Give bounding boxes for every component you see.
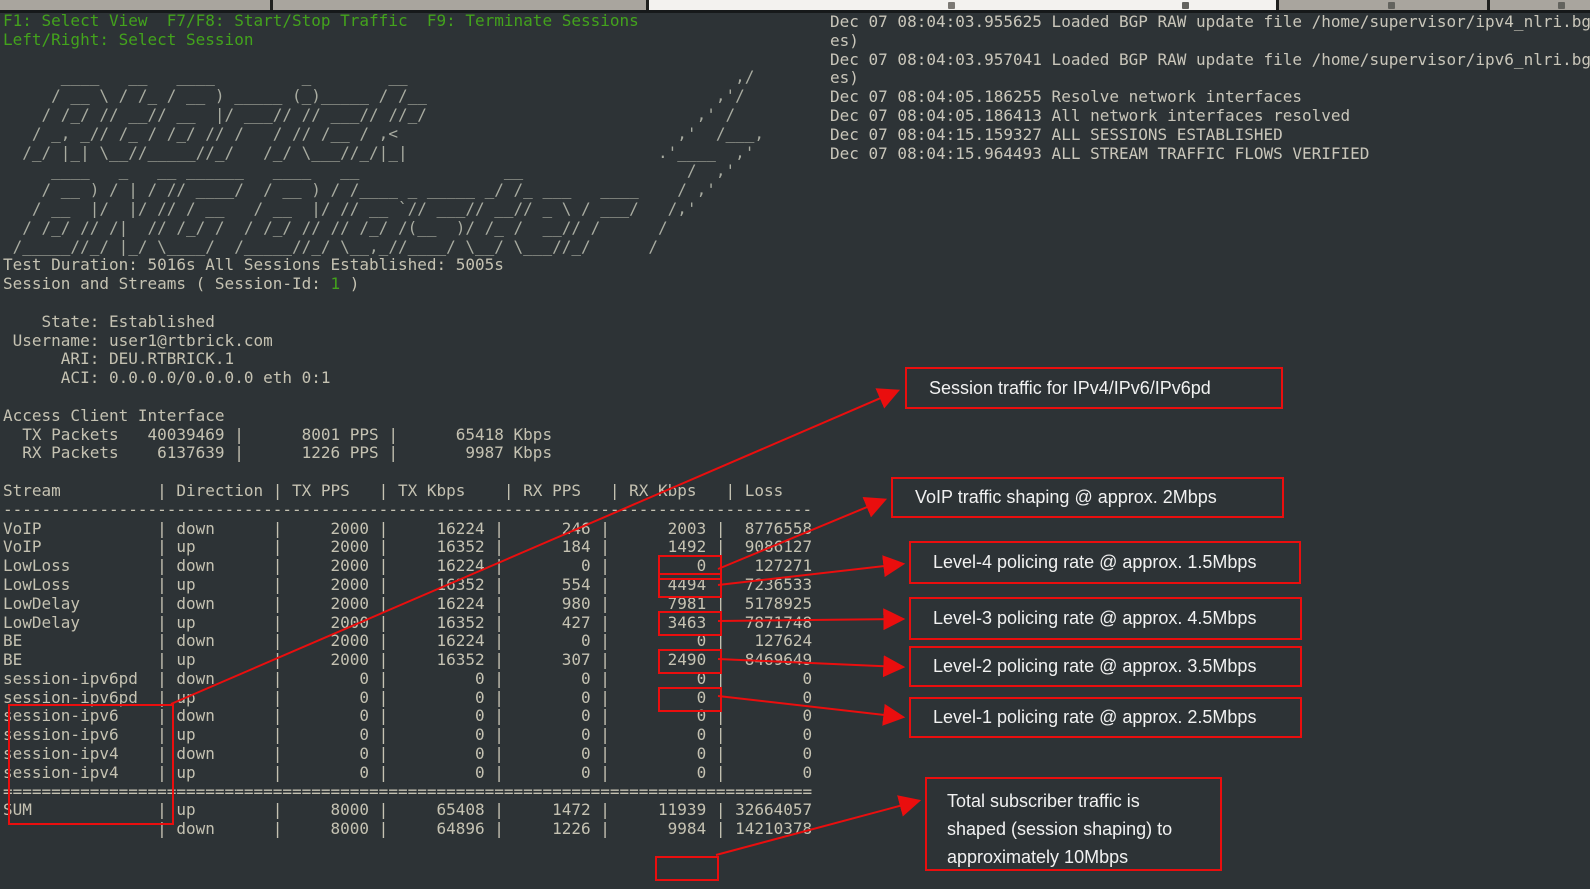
session-heading-prefix: Session and Streams ( Session-Id:	[3, 274, 331, 293]
annotation-level3-policing: Level-3 policing rate @ approx. 4.5Mbps	[909, 597, 1302, 640]
tab-favicon-dot	[1388, 2, 1395, 9]
session-id-value: 1	[331, 274, 341, 293]
annotation-text: VoIP traffic shaping @ approx. 2Mbps	[915, 487, 1217, 508]
annotation-session-traffic: Session traffic for IPv4/IPv6/IPv6pd	[905, 367, 1283, 409]
ascii-art-banner: ____ __ ____ _ __ ,/ / __ \ / /_ / __ ) …	[3, 50, 812, 257]
browser-tab[interactable]	[0, 0, 270, 10]
session-heading-suffix: )	[340, 274, 359, 293]
test-duration-line: Test Duration: 5016s All Sessions Establ…	[3, 256, 812, 275]
tab-favicon-dot	[948, 2, 955, 9]
tab-favicon-dot	[1182, 2, 1189, 9]
terminal-content: F1: Select View F7/F8: Start/Stop Traffi…	[3, 12, 812, 839]
session-streams-heading: Session and Streams ( Session-Id: 1 )	[3, 275, 812, 294]
annotation-text: Level-1 policing rate @ approx. 2.5Mbps	[933, 707, 1256, 728]
bng-blaster-screen: F1: Select View F7/F8: Start/Stop Traffi…	[0, 0, 1590, 889]
highlight-sum-down-rx-kbps	[655, 856, 719, 881]
annotation-text: Total subscriber traffic is shaped (sess…	[947, 787, 1172, 871]
annotation-text: Session traffic for IPv4/IPv6/IPv6pd	[929, 378, 1211, 399]
browser-tab[interactable]	[1279, 0, 1487, 10]
log-output-panel: Dec 07 08:04:03.955625 Loaded BGP RAW up…	[830, 13, 1590, 163]
annotation-level4-policing: Level-4 policing rate @ approx. 1.5Mbps	[909, 541, 1301, 584]
annotation-level2-policing: Level-2 policing rate @ approx. 3.5Mbps	[909, 646, 1302, 687]
session-info-block: State: Established Username: user1@rtbri…	[3, 294, 812, 463]
stream-statistics-table: Stream | Direction | TX PPS | TX Kbps | …	[3, 463, 812, 839]
browser-tab[interactable]	[1490, 0, 1590, 10]
hotkey-menu-bar: F1: Select View F7/F8: Start/Stop Traffi…	[3, 12, 812, 50]
annotation-total-shaping: Total subscriber traffic is shaped (sess…	[925, 777, 1222, 871]
annotation-voip-shaping: VoIP traffic shaping @ approx. 2Mbps	[891, 477, 1284, 518]
tab-favicon-dot	[1558, 2, 1565, 9]
annotation-text: Level-4 policing rate @ approx. 1.5Mbps	[933, 552, 1256, 573]
browser-tab[interactable]	[273, 0, 646, 10]
annotation-text: Level-2 policing rate @ approx. 3.5Mbps	[933, 656, 1256, 677]
browser-tab-strip	[0, 0, 1590, 10]
annotation-level1-policing: Level-1 policing rate @ approx. 2.5Mbps	[909, 697, 1302, 738]
annotation-text: Level-3 policing rate @ approx. 4.5Mbps	[933, 608, 1256, 629]
